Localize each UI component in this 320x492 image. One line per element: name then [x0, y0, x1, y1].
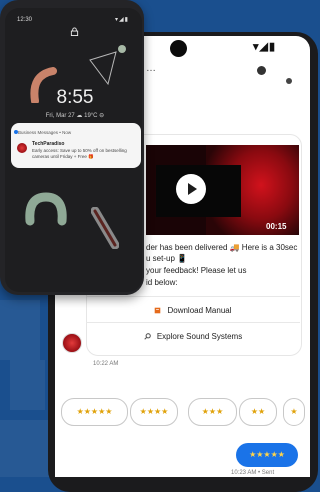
status-icons: ▾◢▮	[253, 41, 277, 53]
divider	[86, 296, 300, 297]
play-icon	[188, 183, 197, 195]
action-label: Download Manual	[167, 306, 232, 315]
message-time: 10:22 AM	[93, 361, 119, 367]
chip-stars: ★★	[250, 407, 266, 416]
chip-stars: ★★★★★	[76, 407, 113, 416]
chip-stars: ★	[290, 407, 298, 416]
menu-dot-icon	[286, 78, 292, 84]
rating-chip-1[interactable]: ★	[283, 398, 305, 426]
sent-rating-bubble: ★★★★★	[236, 443, 298, 467]
status-time: 12:30	[17, 17, 33, 23]
front-camera	[170, 40, 187, 57]
rating-chip-3[interactable]: ★★★	[188, 398, 237, 426]
lock-clock: 8:55	[56, 87, 94, 108]
notification-title: TechParadiso	[32, 141, 65, 147]
wallpaper-u-shape	[25, 192, 67, 226]
divider	[86, 322, 300, 323]
chip-stars: ★★★	[201, 407, 224, 416]
action-label: Explore Sound Systems	[156, 332, 243, 341]
explore-sound-systems-button[interactable]: Explore Sound Systems	[86, 332, 300, 341]
notification-body: Early access: Save up to 50% off on best…	[32, 148, 127, 159]
rating-chip-4[interactable]: ★★★★	[130, 398, 178, 426]
status-icons: ▾◢▮	[115, 17, 129, 23]
notification-app-name: Business Messages • Now	[18, 130, 72, 135]
message-text-line: id below:	[146, 278, 178, 287]
download-manual-button[interactable]: Download Manual	[86, 306, 300, 315]
notification-avatar	[17, 143, 27, 153]
wallpaper-dot	[118, 45, 126, 53]
background-pattern	[0, 300, 40, 360]
background-pattern	[10, 360, 45, 410]
rating-chip-2[interactable]: ★★	[239, 398, 277, 426]
message-text-line: u set-up 📱	[146, 254, 188, 263]
message-text-line: your feedback! Please let us	[146, 266, 247, 275]
download-icon	[155, 308, 161, 314]
chip-stars: ★★★★	[139, 407, 169, 416]
lock-icon	[70, 27, 79, 36]
sent-text: ★★★★★	[249, 450, 285, 459]
message-text-line: der has been delivered 🚚 Here is a 30sec	[146, 243, 298, 252]
overflow-menu-icon[interactable]	[257, 66, 266, 75]
search-icon	[144, 333, 151, 341]
wallpaper-triangle-shape	[89, 51, 117, 86]
rating-chip-5[interactable]: ★★★★★	[61, 398, 128, 426]
video-duration: 00:15	[266, 222, 287, 231]
background-pattern	[0, 420, 50, 477]
lock-date-weather: Fri, Mar 27 ☁ 19°C ⊖	[45, 113, 105, 119]
brand-avatar	[62, 333, 82, 353]
app-bar-title: …	[146, 63, 156, 74]
sent-timestamp: 10:23 AM • Sent	[231, 470, 275, 476]
wallpaper-pill-shape	[91, 207, 119, 249]
